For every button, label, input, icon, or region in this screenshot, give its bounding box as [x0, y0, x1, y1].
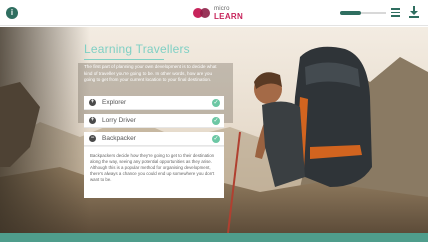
progress-bar	[340, 11, 386, 15]
accordion-item-backpacker[interactable]: − Backpacker ✓	[84, 132, 224, 146]
accordion: + Explorer ✓ + Lorry Driver ✓ − Backpack…	[84, 96, 224, 198]
intro-text: The first part of planning your own deve…	[84, 64, 217, 83]
download-icon[interactable]	[409, 6, 419, 18]
accordion-item-explorer[interactable]: + Explorer ✓	[84, 96, 224, 110]
logo-mark-icon	[193, 6, 211, 20]
plus-circle-icon: +	[89, 117, 96, 124]
footer-bar	[0, 233, 428, 242]
check-icon: ✓	[212, 117, 220, 125]
accordion-expanded-content: Backpackers decide how they're going to …	[84, 146, 224, 198]
accordion-item-lorry-driver[interactable]: + Lorry Driver ✓	[84, 114, 224, 128]
logo-text-large: LEARN	[214, 12, 244, 21]
title-divider	[84, 59, 164, 60]
page-title: Learning Travellers	[84, 42, 190, 56]
minus-circle-icon: −	[89, 135, 96, 142]
accordion-item-label: Backpacker	[102, 135, 136, 142]
progress-fill	[340, 11, 361, 15]
top-bar: i micro LEARN	[0, 0, 428, 26]
accordion-item-label: Explorer	[102, 99, 127, 106]
logo: micro LEARN	[193, 4, 243, 22]
hamburger-menu-icon[interactable]	[391, 8, 400, 17]
plus-circle-icon: +	[89, 99, 96, 106]
logo-text: micro LEARN	[214, 6, 244, 21]
check-icon: ✓	[212, 135, 220, 143]
accordion-item-label: Lorry Driver	[102, 117, 136, 124]
check-icon: ✓	[212, 99, 220, 107]
app-frame: i micro LEARN Learning Travellers The fi…	[0, 0, 428, 242]
info-icon[interactable]: i	[6, 7, 18, 19]
